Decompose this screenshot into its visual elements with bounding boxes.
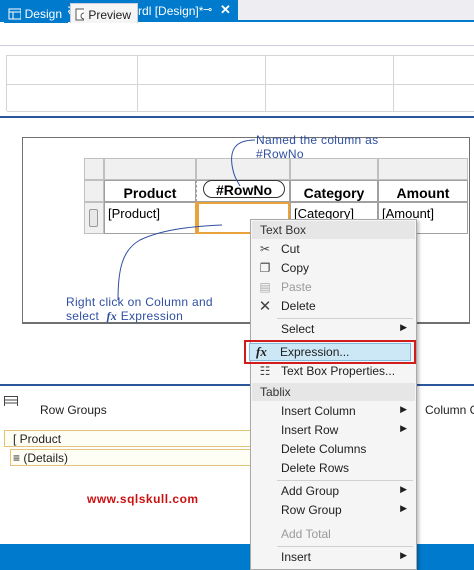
delete-icon: ✕ (258, 298, 272, 315)
menu-item-copy[interactable]: ❐ Copy (252, 259, 415, 278)
menu-separator (277, 480, 413, 481)
menu-item-add-total[interactable]: Add Total (252, 525, 415, 544)
submenu-arrow-icon: ▶ (400, 322, 407, 332)
copy-icon: ❐ (259, 261, 271, 275)
fx-inline-icon: fx (106, 309, 118, 323)
menu-item-cut[interactable]: ✂ Cut (252, 240, 415, 259)
expression-callout-box (244, 340, 416, 364)
grouping-pane-icon[interactable] (4, 396, 18, 406)
menu-item-row-group[interactable]: Row Group ▶ (252, 501, 415, 520)
submenu-arrow-icon: ▶ (400, 484, 407, 494)
submenu-arrow-icon: ▶ (400, 503, 407, 513)
paste-icon: ▤ (259, 280, 271, 294)
menu-item-insert-column[interactable]: Insert Column ▶ (252, 402, 415, 421)
watermark: www.sqlskull.com (87, 492, 199, 506)
column-groups-label: Column G (425, 403, 474, 417)
annotation-named-line2: #RowNo (256, 147, 304, 161)
scissors-icon: ✂ (259, 242, 271, 256)
menu-item-paste[interactable]: ▤ Paste (252, 278, 415, 297)
properties-icon: ☷ (259, 364, 271, 378)
annotation-named-line1: Named the column as (256, 133, 379, 147)
annotation-right-click: Right click on Column and select fx Expr… (66, 295, 213, 323)
context-section-text-box: Text Box (252, 221, 415, 239)
menu-separator (277, 318, 413, 319)
submenu-arrow-icon: ▶ (400, 404, 407, 414)
row-group-product[interactable]: [ Product (4, 430, 254, 447)
context-section-tablix: Tablix (252, 383, 415, 401)
menu-item-insert[interactable]: Insert ▶ (252, 548, 415, 567)
context-menu: Text Box ✂ Cut ❐ Copy ▤ Paste ✕ Delete S… (250, 219, 417, 570)
annotation-right-click-line1: Right click on Column and (66, 295, 213, 309)
menu-separator (277, 546, 413, 547)
menu-item-textbox-properties[interactable]: ☷ Text Box Properties... (252, 362, 415, 381)
menu-item-select[interactable]: Select ▶ (252, 320, 415, 339)
menu-item-insert-row[interactable]: Insert Row ▶ (252, 421, 415, 440)
menu-item-add-group[interactable]: Add Group ▶ (252, 482, 415, 501)
row-groups-label: Row Groups (40, 403, 107, 417)
annotation-right-click-line2: select fx Expression (66, 309, 184, 323)
menu-item-delete-rows[interactable]: Delete Rows (252, 459, 415, 478)
menu-item-delete[interactable]: ✕ Delete (252, 297, 415, 316)
submenu-arrow-icon: ▶ (400, 550, 407, 560)
menu-item-delete-columns[interactable]: Delete Columns (252, 440, 415, 459)
submenu-arrow-icon: ▶ (400, 423, 407, 433)
annotation-named-column: Named the column as #RowNo (256, 133, 378, 161)
row-group-details[interactable]: ≡ (Details) (10, 449, 254, 466)
